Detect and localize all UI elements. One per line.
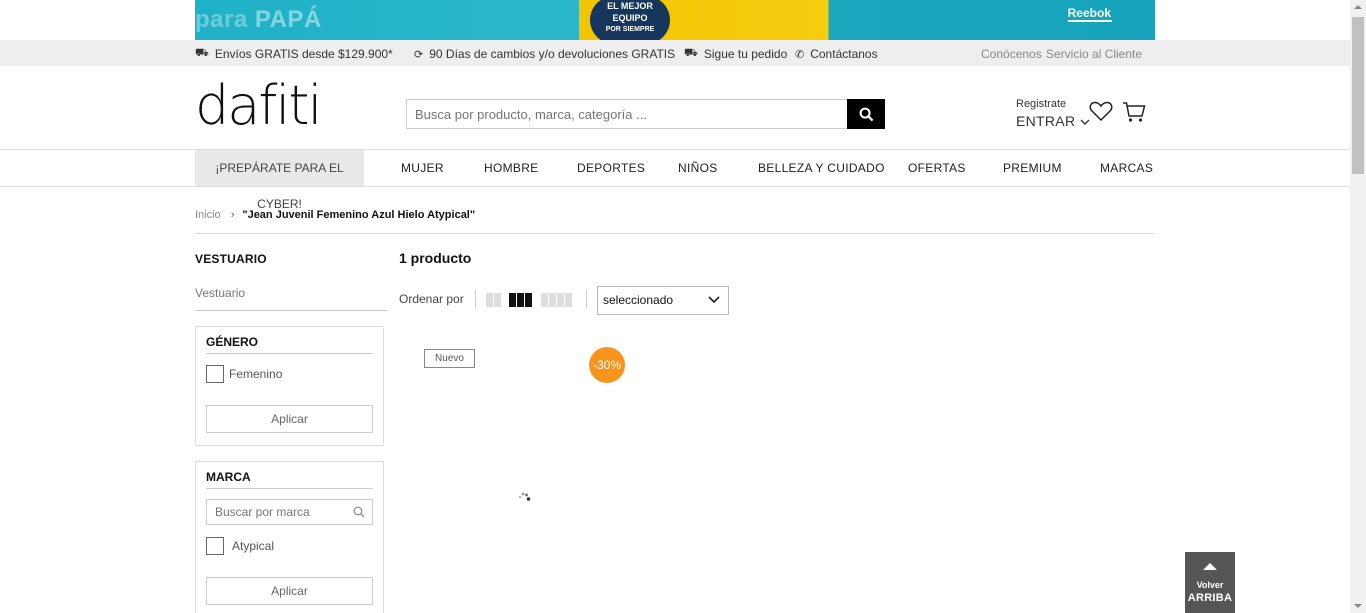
brand-search-input[interactable]	[206, 499, 373, 525]
loading-spinner-icon	[518, 492, 531, 501]
banner-left-text: para PAPÁ	[195, 6, 322, 33]
divider	[586, 290, 587, 308]
back-to-top-button[interactable]: Volver ARRIBA	[1185, 552, 1235, 613]
breadcrumb-separator-icon: ›	[230, 209, 235, 221]
search-icon	[353, 506, 365, 518]
checkbox-femenino[interactable]	[206, 365, 224, 383]
scroll-down-arrow-icon[interactable]	[1354, 604, 1362, 608]
refresh-icon: ⟳	[414, 48, 424, 61]
brand-filter: MARCA Atypical Aplicar	[195, 461, 384, 613]
scroll-up-arrow-icon[interactable]	[1354, 5, 1362, 9]
search-icon	[859, 107, 873, 121]
site-logo[interactable]: dafiti	[195, 79, 323, 133]
shipping-info[interactable]: ⛟ Envíos GRATIS desde $129.900*	[195, 47, 393, 61]
nav-item-ofertas[interactable]: OFERTAS	[908, 150, 966, 186]
nav-item-mujer[interactable]: MUJER	[401, 150, 444, 186]
divider	[206, 353, 373, 354]
sort-select[interactable]: seleccionado	[597, 286, 729, 315]
arrow-up-icon	[1203, 563, 1217, 570]
category-link-vestuario[interactable]: Vestuario	[195, 286, 245, 300]
gender-filter: GÉNERO Femenino Aplicar	[195, 326, 384, 446]
login-dropdown[interactable]: ENTRAR	[1016, 113, 1090, 129]
main-nav: ¡PREPÁRATE PARA EL CYBER! MUJER HOMBRE D…	[0, 149, 1350, 211]
breadcrumb: Inicio › "Jean Juvenil Femenino Azul Hielo…	[195, 209, 475, 221]
truck-icon: ⛟	[684, 47, 698, 59]
banner-brand: Reebok	[1067, 6, 1111, 20]
scrollbar-thumb[interactable]	[1352, 17, 1364, 174]
category-title: VESTUARIO	[195, 252, 267, 266]
apply-gender-button[interactable]: Aplicar	[206, 405, 373, 433]
divider	[475, 290, 476, 308]
nav-item-deportes[interactable]: DEPORTES	[577, 150, 645, 186]
breadcrumb-current: "Jean Juvenil Femenino Azul Hielo Atypic…	[242, 209, 476, 221]
breadcrumb-home[interactable]: Inicio	[195, 209, 221, 221]
customer-service-link[interactable]: Servicio al Cliente	[1046, 47, 1142, 61]
checkbox-label-atypical[interactable]: Atypical	[232, 539, 274, 553]
nav-item-belleza[interactable]: BELLEZA Y CUIDADO	[758, 150, 885, 186]
grid-3-columns-icon[interactable]	[509, 293, 532, 307]
top-info-bar: ⛟ Envíos GRATIS desde $129.900* ⟳ 90 Día…	[0, 40, 1350, 66]
banner-badge: EL MEJOR EQUIPO POR SIEMPRE	[590, 0, 670, 40]
search-button[interactable]	[847, 99, 885, 129]
results-count: 1 producto	[399, 250, 472, 266]
nav-item-cyber[interactable]: ¡PREPÁRATE PARA EL CYBER!	[195, 150, 364, 211]
register-link[interactable]: Registrate	[1016, 98, 1066, 110]
page: para PAPÁ EL MEJOR EQUIPO POR SIEMPRE Re…	[0, 0, 1366, 613]
brand-filter-heading: MARCA	[206, 470, 251, 484]
checkbox-label-femenino[interactable]: Femenino	[229, 367, 282, 381]
nav-item-ninos[interactable]: NIÑOS	[678, 150, 718, 186]
promo-banner[interactable]: para PAPÁ EL MEJOR EQUIPO POR SIEMPRE Re…	[195, 0, 1155, 40]
phone-icon: ✆	[795, 48, 805, 61]
divider	[206, 488, 373, 489]
account-menu[interactable]: Registrate ENTRAR	[1016, 98, 1090, 129]
reebok-logo-icon	[1061, 20, 1113, 32]
chevron-down-icon	[708, 296, 720, 304]
nav-item-marcas[interactable]: MARCAS	[1100, 150, 1153, 186]
divider	[195, 310, 388, 311]
sort-label: Ordenar por	[399, 292, 464, 306]
cart-icon[interactable]	[1122, 101, 1146, 123]
divider	[195, 233, 1155, 234]
nav-item-premium[interactable]: PREMIUM	[1003, 150, 1062, 186]
search-input[interactable]	[406, 99, 847, 129]
new-badge: Nuevo	[424, 349, 475, 368]
contact-link[interactable]: ✆ Contáctanos	[795, 47, 878, 61]
nav-item-hombre[interactable]: HOMBRE	[484, 150, 538, 186]
grid-4-columns-icon[interactable]	[541, 293, 572, 307]
wishlist-heart-icon[interactable]	[1089, 100, 1113, 122]
about-link[interactable]: Conócenos	[981, 47, 1042, 61]
truck-icon: ⛟	[195, 47, 209, 59]
returns-info[interactable]: ⟳ 90 Días de cambios y/o devoluciones GR…	[414, 47, 675, 61]
grid-2-columns-icon[interactable]	[486, 293, 501, 307]
discount-badge: -30%	[589, 347, 625, 383]
tracking-link[interactable]: ⛟ Sigue tu pedido	[684, 47, 787, 61]
checkbox-atypical[interactable]	[206, 537, 224, 555]
gender-filter-heading: GÉNERO	[206, 335, 259, 349]
apply-brand-button[interactable]: Aplicar	[206, 577, 373, 605]
page-scrollbar[interactable]	[1350, 0, 1366, 613]
